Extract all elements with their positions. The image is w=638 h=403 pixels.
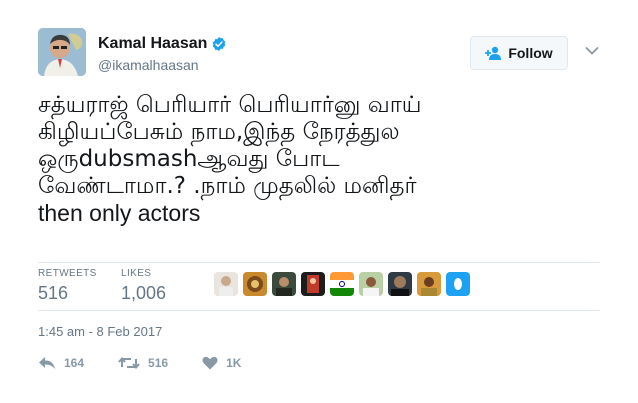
liker-avatar[interactable] xyxy=(301,272,325,296)
tweet-line: சத்யராஜ் பெரியார் பெரியார்னு வாய் xyxy=(38,92,422,118)
likes-stat[interactable]: LIKES 1,006 xyxy=(121,268,166,304)
chevron-down-icon[interactable] xyxy=(585,46,599,56)
likes-value: 1,006 xyxy=(121,283,167,303)
timestamp[interactable]: 1:45 am - 8 Feb 2017 xyxy=(38,324,162,339)
display-name[interactable]: Kamal Haasan xyxy=(98,35,207,53)
liker-avatars xyxy=(214,272,475,296)
reply-icon xyxy=(39,357,55,369)
tweet-line: ஒருdubsmashஆவது போட xyxy=(38,146,340,172)
name-row: Kamal Haasan xyxy=(98,35,227,53)
liker-avatar[interactable] xyxy=(214,272,238,296)
divider xyxy=(38,262,600,263)
liker-avatar[interactable] xyxy=(417,272,441,296)
retweet-icon xyxy=(118,356,140,370)
likes-label: LIKES xyxy=(121,268,152,279)
reply-count: 164 xyxy=(64,356,85,370)
avatar[interactable] xyxy=(38,28,86,76)
heart-icon xyxy=(202,356,218,370)
verified-badge-icon xyxy=(213,37,226,51)
tweet-card: Kamal Haasan @ikamalhaasan Follow சத்யரா… xyxy=(0,0,638,403)
retweet-button[interactable]: 516 xyxy=(118,356,168,370)
tweet-actions: 164 516 1K xyxy=(38,356,275,370)
retweets-value: 516 xyxy=(38,283,69,303)
divider xyxy=(38,310,600,311)
like-button[interactable]: 1K xyxy=(202,356,241,370)
follow-button[interactable]: Follow xyxy=(470,36,568,70)
liker-avatar[interactable] xyxy=(272,272,296,296)
retweets-label: RETWEETS xyxy=(38,268,97,279)
liker-avatar[interactable] xyxy=(359,272,383,296)
follow-button-label: Follow xyxy=(508,45,553,61)
add-user-icon xyxy=(485,46,502,60)
liker-avatar[interactable] xyxy=(388,272,412,296)
liker-avatar[interactable] xyxy=(446,272,470,296)
tweet-line: வேண்டாமா.? .நாம் முதலில் மனிதர் xyxy=(38,173,417,199)
tweet-line: கிழியப்பேசும் நாம,இந்த நேரத்துல xyxy=(38,119,400,145)
tweet-line: then only actors xyxy=(38,200,201,226)
retweet-count: 516 xyxy=(148,356,169,370)
liker-avatar[interactable] xyxy=(243,272,267,296)
liker-avatar[interactable] xyxy=(330,272,354,296)
tweet-text: சத்யராஜ் பெரியார் பெரியார்னு வாய் கிழியப்… xyxy=(38,92,608,227)
retweets-stat[interactable]: RETWEETS 516 xyxy=(38,268,97,304)
like-count: 1K xyxy=(226,356,242,370)
reply-button[interactable]: 164 xyxy=(38,356,84,370)
user-handle[interactable]: @ikamalhaasan xyxy=(98,57,199,73)
